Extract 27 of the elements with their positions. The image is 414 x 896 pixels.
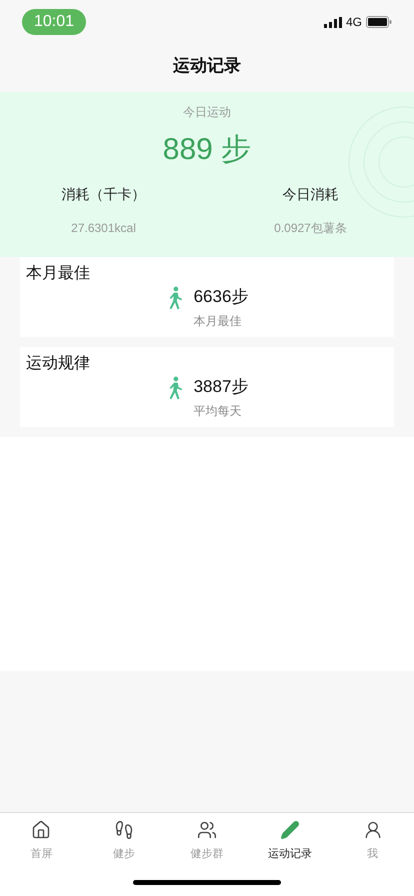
home-icon	[31, 820, 52, 840]
card-caption: 平均每天	[194, 402, 243, 420]
footprints-icon	[114, 820, 134, 840]
card-steps: 3887步	[194, 374, 248, 400]
today-steps: 889 步	[162, 127, 252, 172]
tab-item[interactable]: 健步群	[166, 813, 248, 869]
page-title: 运动记录	[173, 55, 241, 78]
battery-icon	[366, 16, 392, 28]
tab-item[interactable]: 健步	[82, 813, 166, 869]
today-label: 今日运动	[183, 104, 231, 121]
users-icon	[196, 820, 217, 840]
tab-item[interactable]: 运动记录	[248, 813, 332, 869]
tab-item[interactable]: 我	[331, 813, 414, 869]
stat-label: 消耗（千卡）	[62, 185, 146, 204]
pencil-icon	[280, 820, 300, 840]
signal-icon	[324, 16, 342, 28]
network-label: 4G	[346, 14, 362, 31]
tab-item[interactable]: 首屏	[0, 813, 83, 869]
stat-value: 0.0927包薯条	[274, 220, 347, 237]
card-caption: 本月最佳	[194, 312, 243, 330]
status-time: 10:01	[22, 9, 86, 35]
stat-value: 27.6301kcal	[71, 220, 136, 237]
card-title: 运动规律	[26, 354, 91, 374]
user-icon	[362, 820, 383, 840]
stat-label: 今日消耗	[282, 185, 338, 204]
card-title: 本月最佳	[26, 264, 91, 284]
card-steps: 6636步	[194, 284, 248, 310]
